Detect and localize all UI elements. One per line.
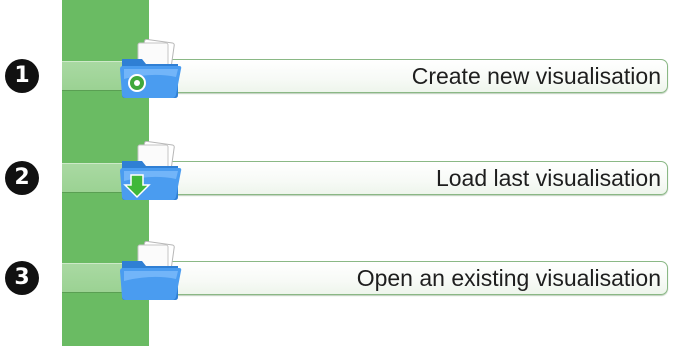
step-badge-2: 2	[5, 161, 39, 195]
button-label: Load last visualisation	[435, 165, 661, 191]
load-last-visualisation-button[interactable]: Load last visualisation	[146, 161, 668, 195]
menu-row-create: 1 Create new visualisation	[0, 39, 674, 98]
step-badge-1: 1	[5, 59, 39, 93]
create-new-visualisation-button[interactable]: Create new visualisation	[146, 59, 668, 93]
button-label: Open an existing visualisation	[356, 265, 661, 291]
button-label: Create new visualisation	[411, 63, 661, 89]
folder-load-icon	[116, 141, 188, 203]
folder-open-icon	[116, 241, 188, 303]
step-badge-3: 3	[5, 261, 39, 295]
menu-row-load: 2 Load last visualisation	[0, 141, 674, 200]
menu-row-open: 3 Open an existing visualisation	[0, 241, 674, 300]
launcher-panel: 1 Create new visualisation 2 Load last v…	[0, 0, 674, 346]
open-existing-visualisation-button[interactable]: Open an existing visualisation	[146, 261, 668, 295]
folder-new-icon	[116, 39, 188, 101]
